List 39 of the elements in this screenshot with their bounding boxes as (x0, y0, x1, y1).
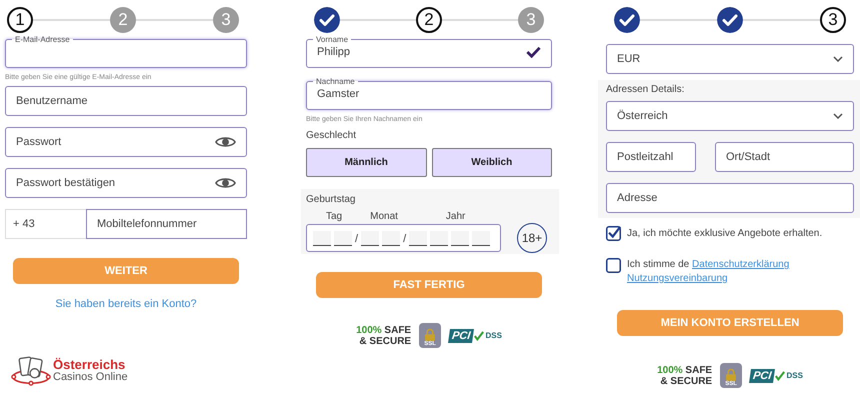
city-field[interactable]: Ort/Stadt (715, 142, 854, 172)
gender-label: Geschlecht (306, 130, 358, 141)
logo-title: Österreichs (53, 358, 126, 370)
country-select[interactable]: Österreich (606, 101, 854, 131)
step-number: 3 (213, 7, 239, 33)
username-field[interactable]: Benutzername (5, 86, 247, 116)
gender-button[interactable]: Männlich (306, 148, 426, 177)
eye-icon[interactable] (215, 135, 236, 149)
logo-subtitle: Casinos Online (53, 370, 128, 382)
checkbox[interactable] (606, 226, 621, 241)
consent-text: Ich stimme de Datenschutzerklärung Nutzungsvereinbarung (627, 258, 790, 286)
checkbox[interactable] (606, 258, 621, 273)
date-part-label: Tag (326, 211, 342, 223)
step-number: 1 (7, 7, 33, 33)
birthdate-field[interactable]: / / (306, 224, 501, 252)
safe-secure-label: 100% SAFE & SECURE (356, 324, 412, 346)
step-number: 2 (110, 7, 136, 33)
chevron-down-icon (833, 56, 843, 62)
postcode-field[interactable]: Postleitzahl (606, 142, 696, 172)
safe-secure-label: 100% SAFE & SECURE (657, 364, 712, 386)
eye-icon[interactable] (215, 176, 236, 190)
date-part-label: Jahr (446, 211, 466, 223)
consent-text: Ja, ich möchte exklusive Angebote erhalten. (627, 226, 822, 240)
age-badge: 18+ (517, 223, 547, 253)
address-label: Adressen Details: (606, 84, 684, 95)
step-number: 3 (518, 7, 544, 33)
logo-icon (11, 355, 51, 386)
first-name-field[interactable]: Vorname Philipp (306, 35, 552, 68)
step-number: 3 (820, 7, 846, 33)
last-name-field[interactable]: Nachname Gamster (306, 77, 552, 110)
step-number: 2 (416, 7, 442, 33)
gender-button[interactable]: Weiblich (432, 148, 552, 177)
email-field[interactable]: E-Mail-Adresse (5, 35, 247, 68)
date-part-label: Monat (370, 211, 398, 223)
address-field[interactable]: Adresse (606, 183, 854, 213)
chevron-down-icon (833, 113, 843, 119)
phone-field[interactable]: Mobiltelefonnummer (86, 209, 247, 239)
currency-select[interactable]: EUR (606, 44, 854, 74)
birthday-label: Geburtstag (306, 194, 356, 205)
